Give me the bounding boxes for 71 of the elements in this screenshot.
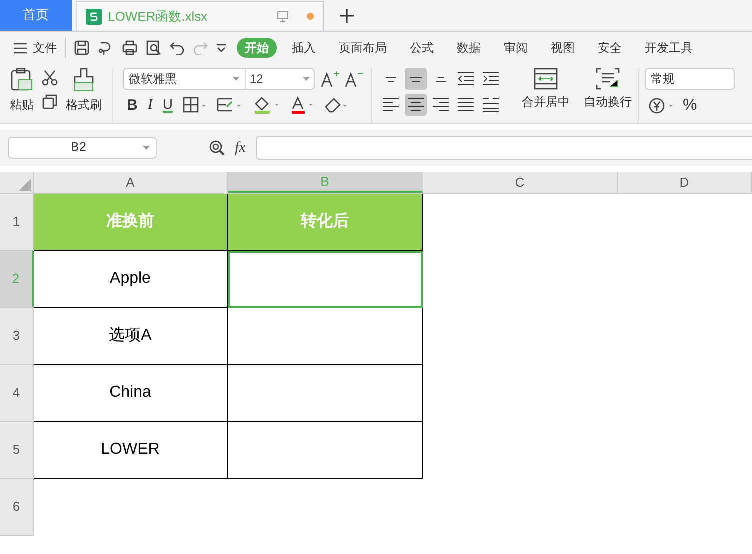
file-name: LOWER函数.xlsx bbox=[108, 8, 209, 26]
ribbon-tab[interactable]: 安全 bbox=[590, 38, 630, 58]
ribbon-tab[interactable]: 页面布局 bbox=[331, 38, 395, 58]
caret-icon bbox=[233, 77, 240, 81]
fill-color-icon[interactable] bbox=[252, 96, 281, 114]
save-icon[interactable] bbox=[74, 40, 90, 56]
column-header[interactable]: C bbox=[423, 172, 618, 193]
unsaved-dot-icon bbox=[307, 13, 314, 20]
name-box[interactable]: B2 bbox=[8, 137, 157, 159]
borders-icon[interactable] bbox=[182, 97, 207, 113]
number-format-dropdown[interactable]: 常规 bbox=[645, 68, 735, 90]
zoom-icon[interactable] bbox=[209, 140, 225, 156]
function-label[interactable]: fx bbox=[235, 136, 246, 160]
caret-icon bbox=[303, 77, 310, 81]
caret-icon[interactable] bbox=[216, 44, 227, 52]
caret-icon bbox=[143, 146, 150, 150]
brush-icon bbox=[72, 68, 96, 92]
italic-button[interactable]: I bbox=[148, 98, 153, 112]
table-cell: Apple bbox=[34, 251, 228, 308]
merge-center-button[interactable]: 合并居中 bbox=[514, 68, 578, 123]
print-preview-icon[interactable] bbox=[146, 40, 162, 56]
row-header[interactable]: 5 bbox=[0, 422, 34, 479]
cut-icon[interactable] bbox=[42, 70, 58, 86]
wrap-text-button[interactable]: 自动换行 bbox=[578, 68, 639, 123]
file-menu[interactable]: 文件 bbox=[14, 38, 66, 58]
eraser-icon[interactable] bbox=[324, 97, 349, 113]
table-cell: 选项A bbox=[34, 308, 228, 365]
decrease-font-size-icon[interactable] bbox=[345, 70, 363, 88]
align-middle-button[interactable] bbox=[405, 68, 427, 90]
table-cell: 准换前 bbox=[34, 194, 228, 251]
ribbon-tab[interactable]: 审阅 bbox=[496, 38, 536, 58]
table-cell: China bbox=[34, 365, 228, 422]
paste-button[interactable]: 粘贴 bbox=[10, 68, 34, 123]
menu-icon bbox=[14, 42, 27, 54]
row-header[interactable]: 6 bbox=[0, 479, 34, 536]
ribbon-tab[interactable]: 数据 bbox=[449, 38, 489, 58]
column-header[interactable]: D bbox=[618, 172, 752, 193]
row-header[interactable]: 4 bbox=[0, 365, 34, 422]
row-header[interactable]: 3 bbox=[0, 308, 34, 365]
bold-button[interactable]: B bbox=[127, 98, 138, 112]
font-name-dropdown[interactable]: 微软雅黑 bbox=[124, 69, 246, 89]
merge-cells-icon bbox=[534, 68, 558, 90]
ribbon-tab[interactable]: 公式 bbox=[402, 38, 442, 58]
ribbon-tab[interactable]: 插入 bbox=[284, 38, 324, 58]
home-tab[interactable]: 首页 bbox=[0, 0, 72, 31]
currency-icon[interactable] bbox=[649, 98, 675, 114]
ribbon-tab[interactable]: 开发工具 bbox=[637, 38, 701, 58]
font-size-dropdown[interactable]: 12 bbox=[246, 69, 314, 89]
conditional-format-icon[interactable] bbox=[216, 97, 243, 113]
format-painter-button[interactable]: 格式刷 bbox=[66, 68, 102, 123]
formula-input-field[interactable] bbox=[256, 136, 752, 160]
monitor-icon bbox=[277, 10, 289, 22]
undo-icon[interactable] bbox=[170, 41, 185, 55]
increase-font-size-icon[interactable] bbox=[321, 70, 339, 88]
print-icon[interactable] bbox=[122, 40, 138, 56]
table-cell: 转化后 bbox=[228, 194, 423, 251]
ribbon-tab[interactable]: 视图 bbox=[543, 38, 583, 58]
table-cell: LOWER bbox=[34, 422, 228, 479]
align-bottom-icon bbox=[436, 76, 446, 82]
new-tab-icon[interactable] bbox=[340, 9, 354, 23]
align-middle-icon bbox=[410, 76, 422, 82]
percent-button[interactable]: % bbox=[683, 98, 698, 114]
font-color-icon[interactable] bbox=[290, 96, 315, 114]
align-top-icon bbox=[386, 76, 396, 82]
align-center-button[interactable] bbox=[405, 94, 427, 116]
clipboard-icon bbox=[10, 68, 34, 92]
copy-icon[interactable] bbox=[42, 94, 58, 110]
row-header[interactable]: 1 bbox=[0, 194, 34, 251]
spreadsheet-file-icon bbox=[86, 8, 102, 24]
underline-button[interactable]: U bbox=[162, 97, 173, 113]
wrap-text-icon bbox=[596, 68, 620, 90]
